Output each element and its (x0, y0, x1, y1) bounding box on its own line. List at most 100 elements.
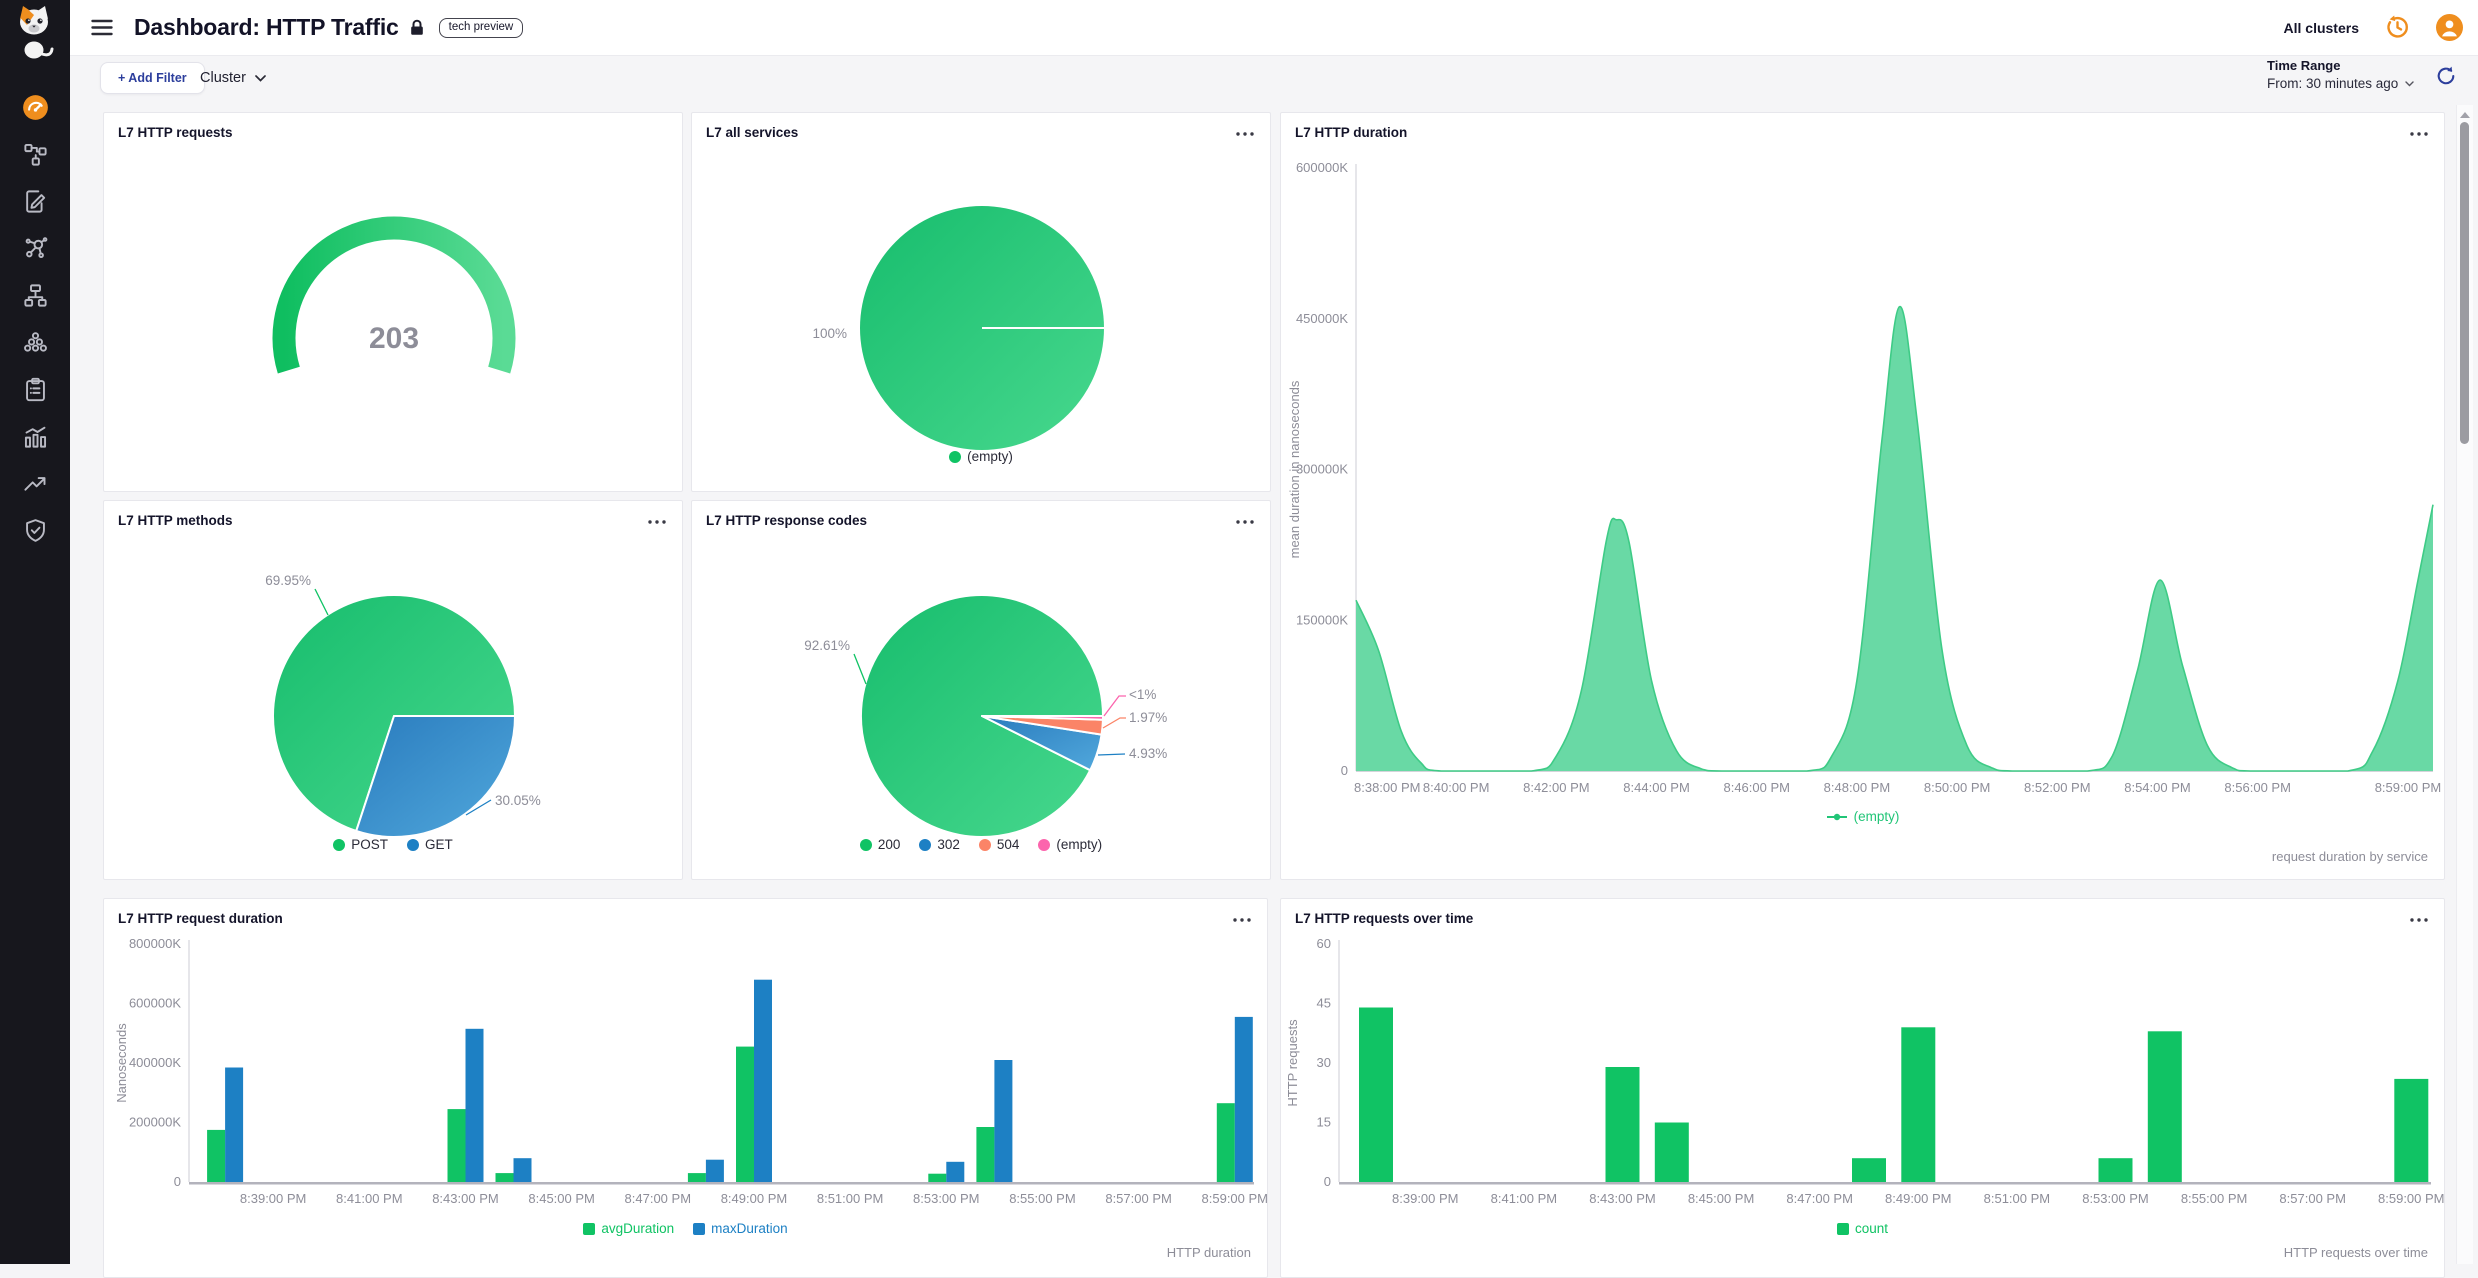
legend-item-200[interactable]: 200 (860, 837, 901, 852)
legend-item-GET[interactable]: GET (407, 837, 453, 852)
legend-item-POST[interactable]: POST (333, 837, 388, 852)
svg-text:mean duration in nanoseconds: mean duration in nanoseconds (1287, 380, 1302, 558)
svg-text:45: 45 (1317, 996, 1331, 1011)
sidebar-item-clipboard[interactable] (22, 376, 49, 403)
refresh-button[interactable] (2434, 64, 2458, 93)
time-range-dropdown[interactable]: From: 30 minutes ago (2267, 76, 2414, 91)
hamburger-menu-button[interactable] (91, 19, 113, 36)
svg-text:450000K: 450000K (1296, 311, 1348, 326)
panel-menu-button[interactable] (644, 509, 670, 533)
panel-menu-button[interactable] (1232, 121, 1258, 145)
sidebar-item-bar-chart[interactable] (22, 423, 49, 450)
svg-text:8:52:00 PM: 8:52:00 PM (2024, 780, 2091, 795)
svg-text:0: 0 (1324, 1174, 1331, 1189)
panel-l7-http-response-codes: L7 HTTP response codes92.61%4.93%1.97%<1… (691, 500, 1271, 880)
sidebar-item-flow-graph[interactable] (22, 141, 49, 168)
ellipsis-icon (2409, 131, 2429, 137)
legend-label: 302 (937, 837, 960, 852)
legend-item-empty[interactable]: (empty) (1826, 809, 1900, 824)
time-range-control: Time Range From: 30 minutes ago (2267, 58, 2414, 91)
legend-label: avgDuration (601, 1221, 674, 1236)
sidebar-item-network-hierarchy[interactable] (22, 282, 49, 309)
svg-text:600000K: 600000K (1296, 160, 1348, 175)
legend-item-302[interactable]: 302 (919, 837, 960, 852)
svg-text:8:53:00 PM: 8:53:00 PM (913, 1191, 980, 1206)
sidebar-item-shield-check[interactable] (22, 517, 49, 544)
ellipsis-icon (1235, 131, 1255, 137)
svg-text:8:59:00 PM: 8:59:00 PM (2375, 780, 2442, 795)
panel-title: L7 HTTP duration (1295, 125, 1407, 140)
panel-l7-http-request-duration: L7 HTTP request duration0200000K400000K6… (103, 898, 1268, 1278)
svg-text:0: 0 (1341, 763, 1348, 778)
svg-text:8:59:00 PM: 8:59:00 PM (2378, 1191, 2445, 1206)
panel-l7-http-requests-over-time: L7 HTTP requests over time015304560HTTP … (1280, 898, 2445, 1278)
panel-title: L7 HTTP requests (118, 125, 233, 140)
svg-text:8:44:00 PM: 8:44:00 PM (1623, 780, 1690, 795)
sidebar-nav (0, 94, 70, 544)
legend-marker (407, 839, 419, 851)
legend-label: maxDuration (711, 1221, 788, 1236)
legend-item-maxDuration[interactable]: maxDuration (693, 1221, 788, 1236)
sidebar-item-network-nodes[interactable] (22, 235, 49, 262)
chart-legend: (empty) (692, 449, 1270, 464)
legend-label: GET (425, 837, 453, 852)
panel-menu-button[interactable] (2406, 907, 2432, 931)
panel-menu-button[interactable] (1232, 509, 1258, 533)
svg-text:400000K: 400000K (129, 1055, 181, 1070)
cat-logo[interactable] (13, 3, 57, 61)
chart-legend: count (1281, 1221, 2444, 1236)
shield-check-icon (22, 517, 49, 544)
panel-l7-http-methods: L7 HTTP methods69.95%30.05%POST GET (103, 500, 683, 880)
svg-text:92.61%: 92.61% (804, 638, 850, 653)
svg-text:8:46:00 PM: 8:46:00 PM (1723, 780, 1790, 795)
sidebar-item-gauge[interactable] (22, 94, 49, 121)
panel-menu-button[interactable] (2406, 121, 2432, 145)
legend-label: (empty) (1854, 809, 1900, 824)
svg-text:200000K: 200000K (129, 1115, 181, 1130)
sidebar-item-trend-up[interactable] (22, 470, 49, 497)
legend-label: 504 (997, 837, 1020, 852)
panel-title: L7 all services (706, 125, 798, 140)
svg-text:800000K: 800000K (129, 936, 181, 951)
chevron-down-icon (2405, 81, 2414, 87)
l7-http-methods-chart: 69.95%30.05% (104, 501, 683, 880)
cluster-filter-dropdown[interactable]: Cluster (200, 62, 266, 94)
trend-up-icon (22, 470, 49, 497)
svg-text:8:51:00 PM: 8:51:00 PM (817, 1191, 884, 1206)
scrollbar-up-arrow[interactable] (2460, 112, 2470, 118)
sidebar-item-document-edit[interactable] (22, 188, 49, 215)
panel-footer: HTTP requests over time (2284, 1245, 2428, 1260)
add-filter-button[interactable]: + Add Filter (100, 62, 205, 94)
dashboard-app: { "colors":{ "accent_orange":"#ef8e1e","… (0, 0, 2478, 1264)
legend-item-empty[interactable]: (empty) (949, 449, 1013, 464)
cluster-scope-selector[interactable]: All clusters (2284, 20, 2359, 36)
svg-text:8:49:00 PM: 8:49:00 PM (1885, 1191, 1952, 1206)
svg-text:8:49:00 PM: 8:49:00 PM (721, 1191, 788, 1206)
svg-text:8:55:00 PM: 8:55:00 PM (2181, 1191, 2248, 1206)
legend-item-count[interactable]: count (1837, 1221, 1888, 1236)
svg-text:8:48:00 PM: 8:48:00 PM (1824, 780, 1891, 795)
panel-footer: HTTP duration (1167, 1245, 1251, 1260)
sidebar-item-cluster[interactable] (22, 329, 49, 356)
svg-text:8:45:00 PM: 8:45:00 PM (1688, 1191, 1755, 1206)
user-avatar-icon[interactable] (2436, 14, 2463, 41)
legend-marker (979, 839, 991, 851)
panel-title: L7 HTTP methods (118, 513, 233, 528)
svg-text:30.05%: 30.05% (495, 793, 541, 808)
legend-label: (empty) (967, 449, 1013, 464)
panel-l7-all-services: L7 all services100%(empty) (691, 112, 1271, 492)
panel-menu-button[interactable] (1229, 907, 1255, 931)
svg-text:8:47:00 PM: 8:47:00 PM (625, 1191, 692, 1206)
history-icon[interactable] (2384, 14, 2411, 41)
svg-text:8:39:00 PM: 8:39:00 PM (240, 1191, 307, 1206)
l7-http-duration-chart: 0150000K300000K450000K600000Kmean durati… (1281, 113, 2445, 880)
svg-text:1.97%: 1.97% (1129, 710, 1167, 725)
svg-text:8:55:00 PM: 8:55:00 PM (1009, 1191, 1075, 1206)
svg-text:8:43:00 PM: 8:43:00 PM (432, 1191, 499, 1206)
legend-item-504[interactable]: 504 (979, 837, 1020, 852)
page-title: Dashboard: HTTP Traffic (134, 14, 399, 41)
ellipsis-icon (1232, 917, 1252, 923)
legend-item-avgDuration[interactable]: avgDuration (583, 1221, 674, 1236)
legend-item-empty[interactable]: (empty) (1038, 837, 1102, 852)
scrollbar-thumb[interactable] (2460, 122, 2469, 444)
